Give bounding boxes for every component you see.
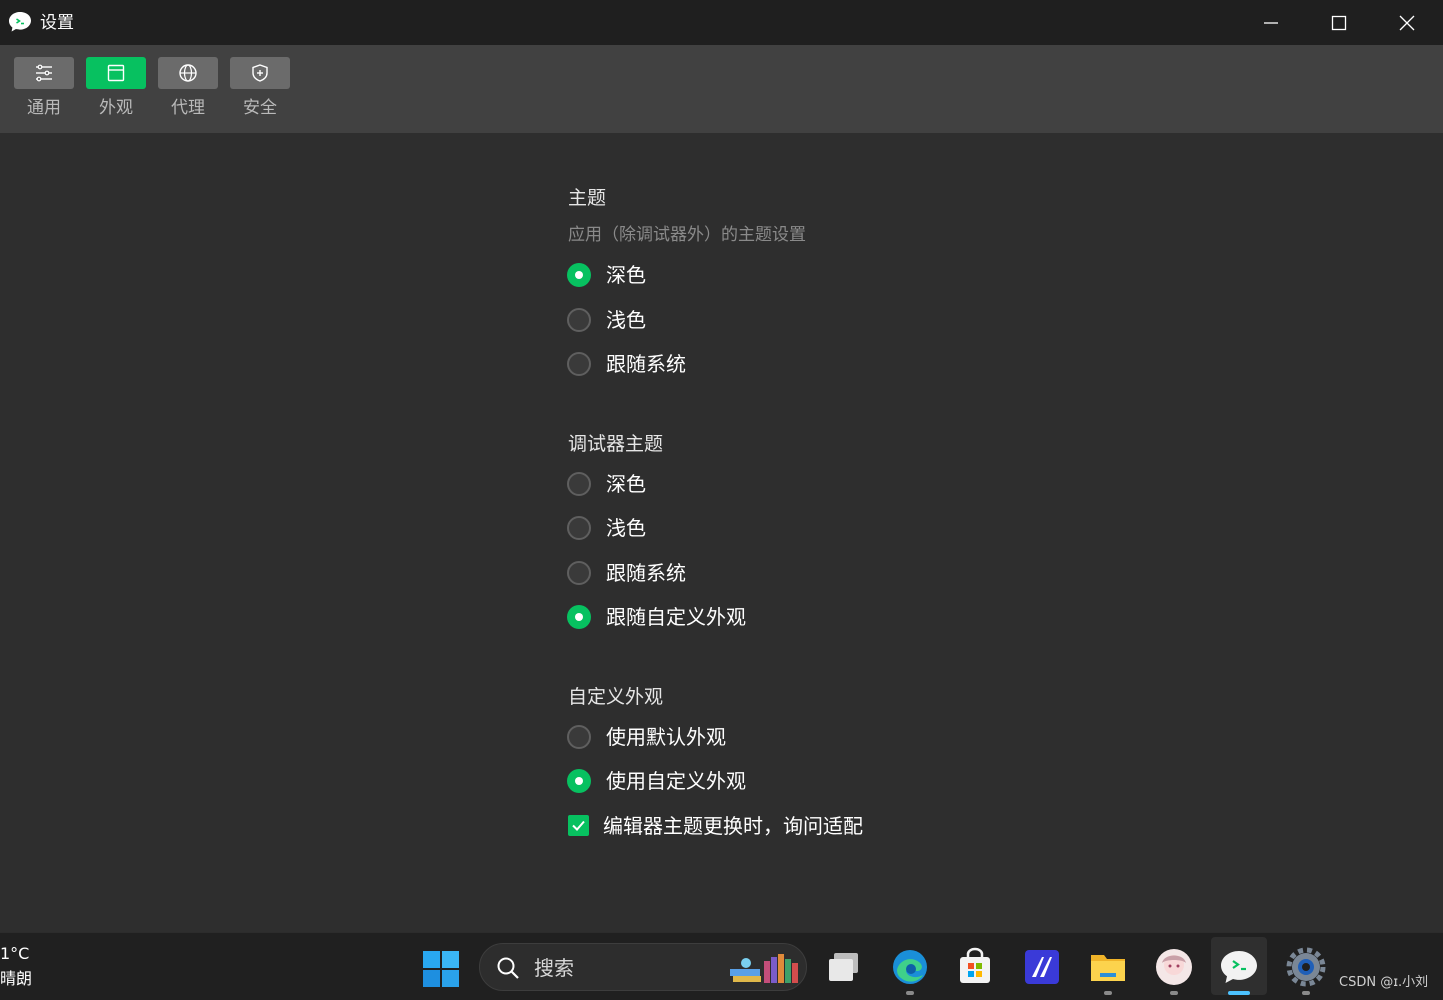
wechat-devtools-app-icon	[9, 12, 31, 32]
running-indicator	[906, 991, 914, 995]
globe-icon	[179, 64, 197, 82]
radio-button[interactable]	[567, 561, 591, 585]
debugger-theme-option-system[interactable]: 跟随系统	[567, 558, 987, 588]
windows-start-icon[interactable]	[422, 950, 460, 988]
radio-button[interactable]	[567, 308, 591, 332]
microsoft-store-icon[interactable]	[955, 947, 995, 987]
option-label: 浅色	[606, 516, 646, 540]
custom-appearance-option-default[interactable]: 使用默认外观	[567, 722, 987, 752]
tab-security-label: 安全	[243, 98, 277, 118]
radio-button[interactable]	[567, 769, 591, 793]
ask-adapt-on-editor-theme-change[interactable]: 编辑器主题更换时，询问适配	[567, 811, 987, 841]
running-indicator	[1170, 991, 1178, 995]
maximize-icon	[1331, 15, 1347, 31]
code-editor-app-icon[interactable]	[1022, 947, 1062, 987]
weather-temperature[interactable]: 1°C	[0, 944, 29, 964]
avatar-app-icon[interactable]	[1154, 947, 1194, 987]
radio-button[interactable]	[567, 263, 591, 287]
tab-appearance-label: 外观	[99, 98, 133, 118]
debugger-theme-option-custom[interactable]: 跟随自定义外观	[567, 602, 987, 632]
tab-appearance[interactable]: 外观	[86, 57, 146, 123]
theme-option-light[interactable]: 浅色	[567, 305, 987, 335]
option-label: 跟随系统	[606, 352, 686, 376]
tab-proxy[interactable]: 代理	[158, 57, 218, 123]
theme-section-title: 主题	[568, 187, 607, 209]
edge-browser-icon[interactable]	[890, 947, 930, 987]
tab-proxy-label: 代理	[171, 98, 205, 118]
option-label: 浅色	[606, 308, 646, 332]
csdn-watermark: CSDN @ɪ.小刘	[1339, 975, 1429, 990]
radio-button[interactable]	[567, 352, 591, 376]
running-indicator	[1302, 991, 1310, 995]
tab-appearance-button[interactable]	[86, 57, 146, 89]
maximize-button[interactable]	[1305, 0, 1373, 45]
settings-gear-icon[interactable]	[1286, 947, 1326, 987]
tab-general-button[interactable]	[14, 57, 74, 89]
debugger-theme-option-light[interactable]: 浅色	[567, 513, 987, 543]
file-explorer-icon[interactable]	[1088, 947, 1128, 987]
minimize-button[interactable]	[1237, 0, 1305, 45]
checkbox-label: 编辑器主题更换时，询问适配	[603, 814, 863, 838]
custom-appearance-option-custom[interactable]: 使用自定义外观	[567, 766, 987, 796]
close-icon	[1399, 15, 1415, 31]
tab-proxy-button[interactable]	[158, 57, 218, 89]
weather-condition[interactable]: 晴朗	[0, 969, 32, 989]
sliders-icon	[36, 64, 52, 82]
window-icon	[107, 64, 125, 82]
custom-appearance-section-title: 自定义外观	[568, 686, 664, 708]
tab-general[interactable]: 通用	[14, 57, 74, 123]
radio-button[interactable]	[567, 605, 591, 629]
theme-option-system[interactable]: 跟随系统	[567, 349, 987, 379]
search-icon	[497, 957, 519, 979]
search-placeholder: 搜索	[534, 956, 574, 980]
option-label: 跟随自定义外观	[606, 605, 746, 629]
window-title: 设置	[40, 13, 74, 33]
option-label: 使用默认外观	[606, 725, 726, 749]
radio-button[interactable]	[567, 516, 591, 540]
settings-window: 设置 通用 外观 代理 安全 主题 应用（除调试器外）的主题设置 深色 浅色 跟…	[0, 0, 1443, 932]
appearance-settings-panel: 主题 应用（除调试器外）的主题设置 深色 浅色 跟随系统 调试器主题 深色 浅色…	[0, 133, 1443, 932]
option-label: 深色	[606, 263, 646, 287]
minimize-icon	[1264, 22, 1278, 24]
checkmark-icon	[572, 820, 585, 831]
option-label: 使用自定义外观	[606, 769, 746, 793]
running-indicator	[1104, 991, 1112, 995]
radio-button[interactable]	[567, 725, 591, 749]
taskbar-search-box[interactable]: 搜索	[479, 943, 807, 991]
tab-general-label: 通用	[27, 98, 61, 118]
settings-tab-bar: 通用 外观 代理 安全	[0, 45, 1443, 133]
checkbox[interactable]	[568, 815, 589, 836]
task-view-icon[interactable]	[825, 947, 865, 987]
radio-button[interactable]	[567, 472, 591, 496]
wechat-devtools-icon[interactable]	[1219, 947, 1259, 987]
active-indicator	[1228, 991, 1250, 995]
books-illustration-icon	[730, 954, 798, 983]
tab-security[interactable]: 安全	[230, 57, 290, 123]
windows-taskbar: 1°C 晴朗 搜索 CSDN @ɪ.小刘	[0, 932, 1443, 1000]
debugger-theme-option-dark[interactable]: 深色	[567, 469, 987, 499]
option-label: 深色	[606, 472, 646, 496]
debugger-theme-section-title: 调试器主题	[568, 433, 664, 455]
shield-icon	[252, 64, 268, 82]
theme-section-description: 应用（除调试器外）的主题设置	[568, 225, 806, 245]
option-label: 跟随系统	[606, 561, 686, 585]
tab-security-button[interactable]	[230, 57, 290, 89]
close-button[interactable]	[1373, 0, 1441, 45]
theme-option-dark[interactable]: 深色	[567, 260, 987, 290]
title-bar: 设置	[0, 0, 1443, 45]
